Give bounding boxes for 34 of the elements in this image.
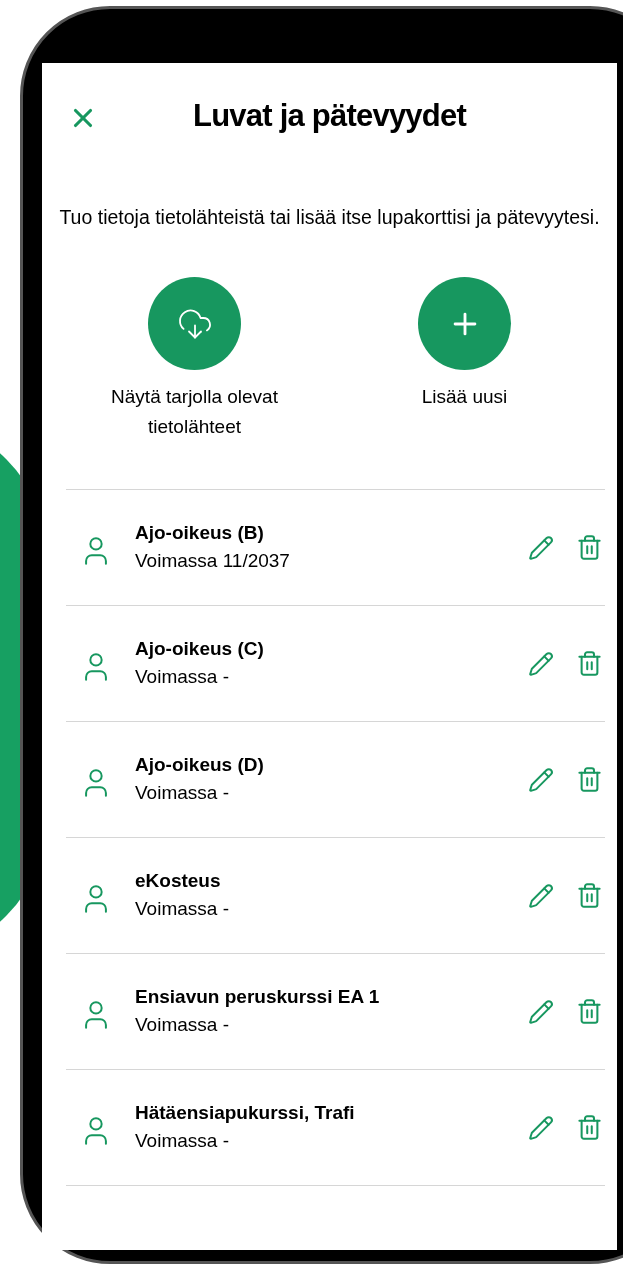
intro-text: Tuo tietoja tietolähteistä tai lisää itse lupakorttisi ja pätevyytesi. — [58, 205, 601, 230]
license-validity: Voimassa 11/2037 — [135, 548, 291, 573]
pencil-icon — [528, 650, 554, 677]
trash-icon — [576, 766, 603, 793]
license-row[interactable]: Ensiavun peruskurssi EA 1 Voimassa - — [66, 954, 605, 1070]
license-title: Ajo-oikeus (C) — [135, 636, 265, 661]
pencil-icon — [528, 766, 554, 793]
license-title: Hätäensiapukurssi, Trafi — [135, 1100, 356, 1125]
pencil-icon — [528, 1114, 554, 1141]
screen-title: Luvat ja pätevyydet — [193, 96, 466, 135]
pencil-icon — [528, 882, 554, 909]
license-validity: Voimassa - — [135, 780, 230, 805]
license-validity: Voimassa - — [135, 1128, 230, 1153]
license-validity: Voimassa - — [135, 664, 230, 689]
license-row[interactable]: Ajo-oikeus (D) Voimassa - — [66, 722, 605, 838]
license-row[interactable]: Ajo-oikeus (B) Voimassa 11/2037 — [66, 490, 605, 606]
action-label: Näytä tarjolla olevat tietolähteet — [110, 385, 279, 439]
trash-icon — [576, 998, 603, 1025]
license-title: eKosteus — [135, 868, 222, 893]
license-row[interactable]: Hätäensiapukurssi, Trafi Voimassa - — [66, 1070, 605, 1186]
license-title: Ajo-oikeus (D) — [135, 752, 265, 777]
trash-icon — [576, 1114, 603, 1141]
license-row[interactable]: eKosteus Voimassa - — [66, 838, 605, 954]
trash-icon — [576, 650, 603, 677]
pencil-icon — [528, 998, 554, 1025]
license-validity: Voimassa - — [135, 896, 230, 921]
license-title: Ajo-oikeus (B) — [135, 520, 265, 545]
trash-icon — [576, 882, 603, 909]
action-label: Lisää uusi — [421, 385, 508, 409]
license-title: Ensiavun peruskurssi EA 1 — [135, 984, 381, 1009]
license-row[interactable]: Ajo-oikeus (C) Voimassa - — [66, 606, 605, 722]
pencil-icon — [528, 534, 554, 561]
trash-icon — [576, 534, 603, 561]
license-validity: Voimassa - — [135, 1012, 230, 1037]
